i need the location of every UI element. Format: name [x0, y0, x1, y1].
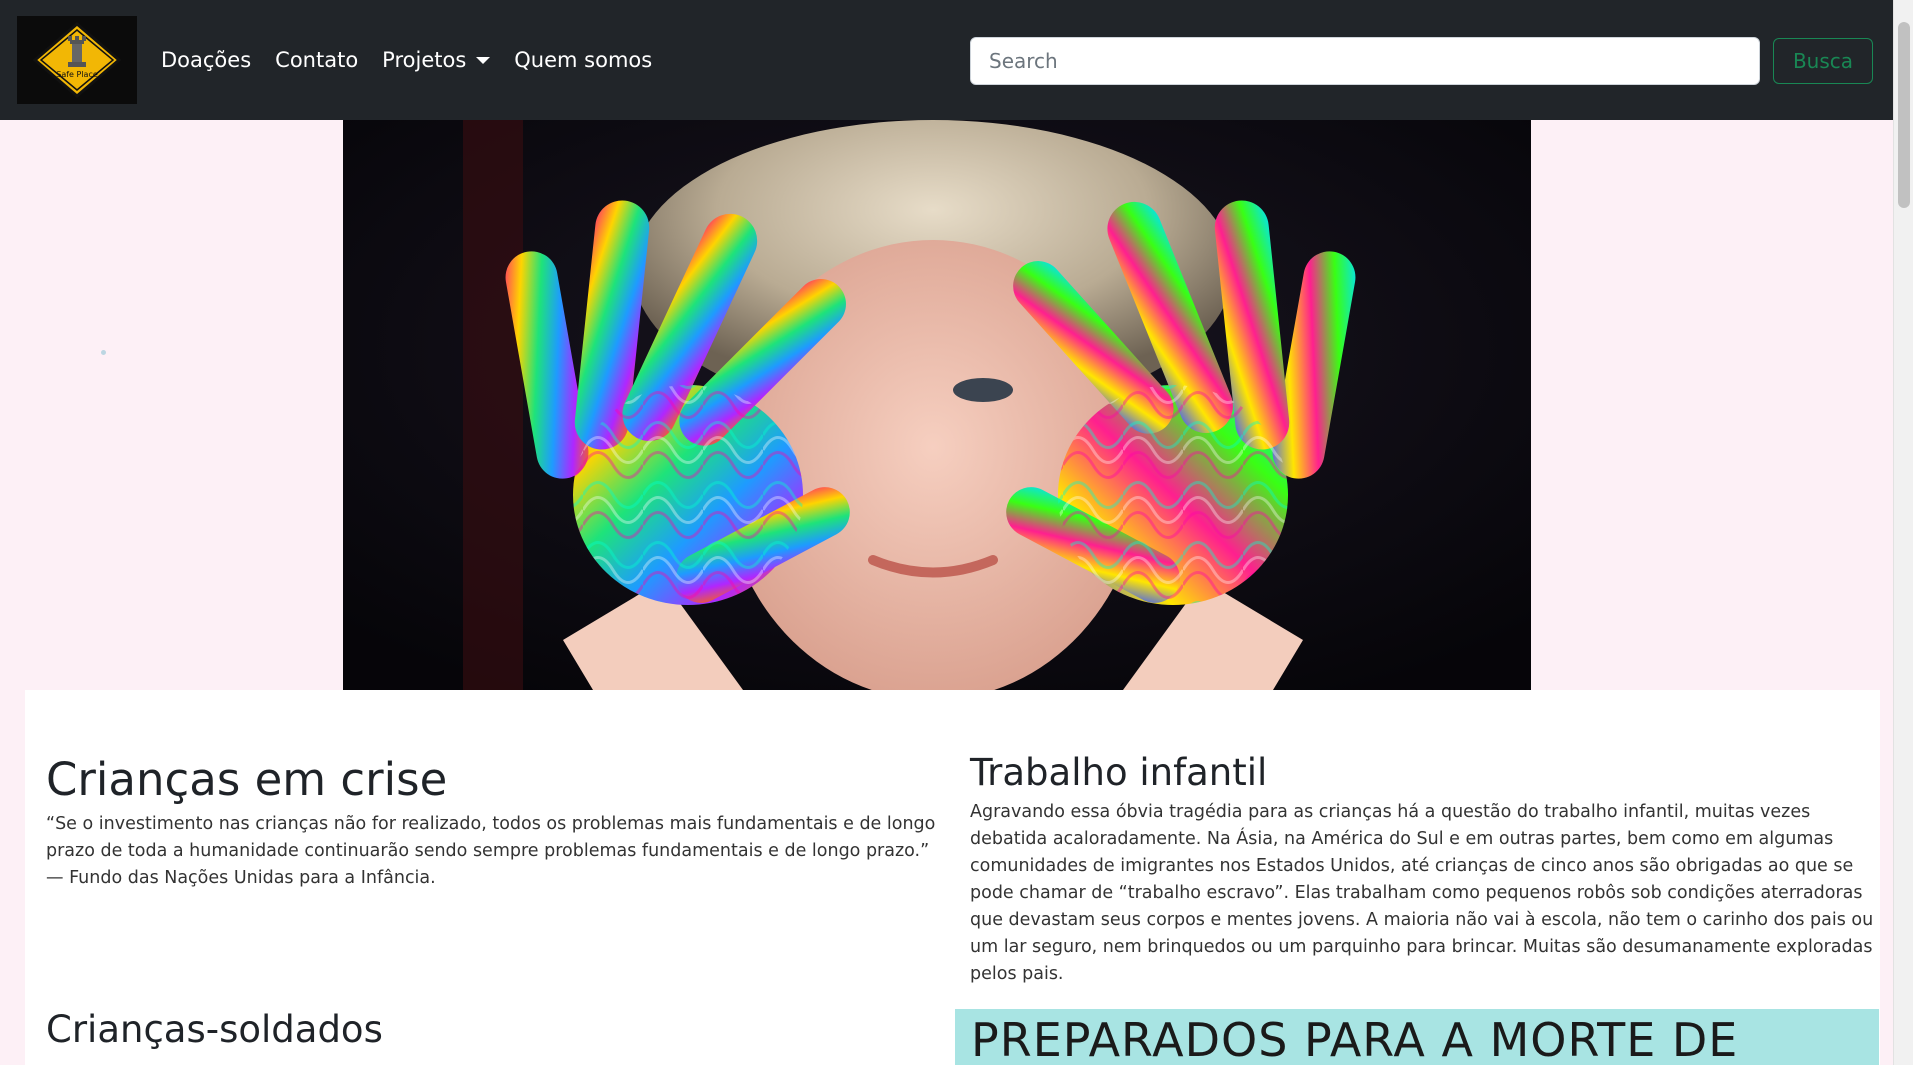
nav-quem-somos[interactable]: Quem somos [514, 48, 652, 72]
nav-projetos-dropdown[interactable]: Projetos [382, 48, 491, 72]
search-form: Busca [970, 37, 1873, 85]
page: Safe Place Doações Contato Projetos Quem… [0, 0, 1913, 1065]
caret-down-icon [476, 56, 491, 64]
left-column: Crianças em crise “Se o investimento nas… [46, 690, 946, 1051]
nav-doacoes[interactable]: Doações [161, 48, 251, 72]
content-section: Crianças em crise “Se o investimento nas… [25, 690, 1880, 1065]
quote-paragraph: “Se o investimento nas crianças não for … [46, 814, 936, 888]
search-button[interactable]: Busca [1773, 38, 1873, 84]
heading-trabalho-infantil: Trabalho infantil [970, 751, 1268, 794]
heading-criancas-soldados: Crianças-soldados [46, 1008, 383, 1051]
nav-contato[interactable]: Contato [275, 48, 358, 72]
preparados-banner: PREPARADOS PARA A MORTE DE [955, 1009, 1879, 1065]
decorative-dot [101, 350, 106, 355]
painted-hands-photo [343, 120, 1531, 690]
brand-logo[interactable]: Safe Place [17, 16, 137, 104]
scrollbar-thumb[interactable] [1898, 22, 1910, 208]
page-scrollbar[interactable] [1893, 0, 1913, 1065]
nav-projetos-label: Projetos [382, 48, 467, 72]
nav-links: Doações Contato Projetos Quem somos [161, 48, 676, 72]
heading-preparados: PREPARADOS PARA A MORTE DE [971, 1013, 1739, 1065]
heading-criancas-em-crise: Crianças em crise [46, 753, 448, 806]
logo-text: Safe Place [56, 70, 98, 79]
trabalho-infantil-paragraph: Agravando essa óbvia tragédia para as cr… [970, 802, 1874, 985]
search-input[interactable] [970, 37, 1760, 85]
right-column: Trabalho infantil Agravando essa óbvia t… [970, 690, 1880, 988]
logo-sign-icon: Safe Place [32, 22, 122, 98]
top-navbar: Safe Place Doações Contato Projetos Quem… [0, 0, 1893, 120]
hero-image [343, 120, 1531, 690]
